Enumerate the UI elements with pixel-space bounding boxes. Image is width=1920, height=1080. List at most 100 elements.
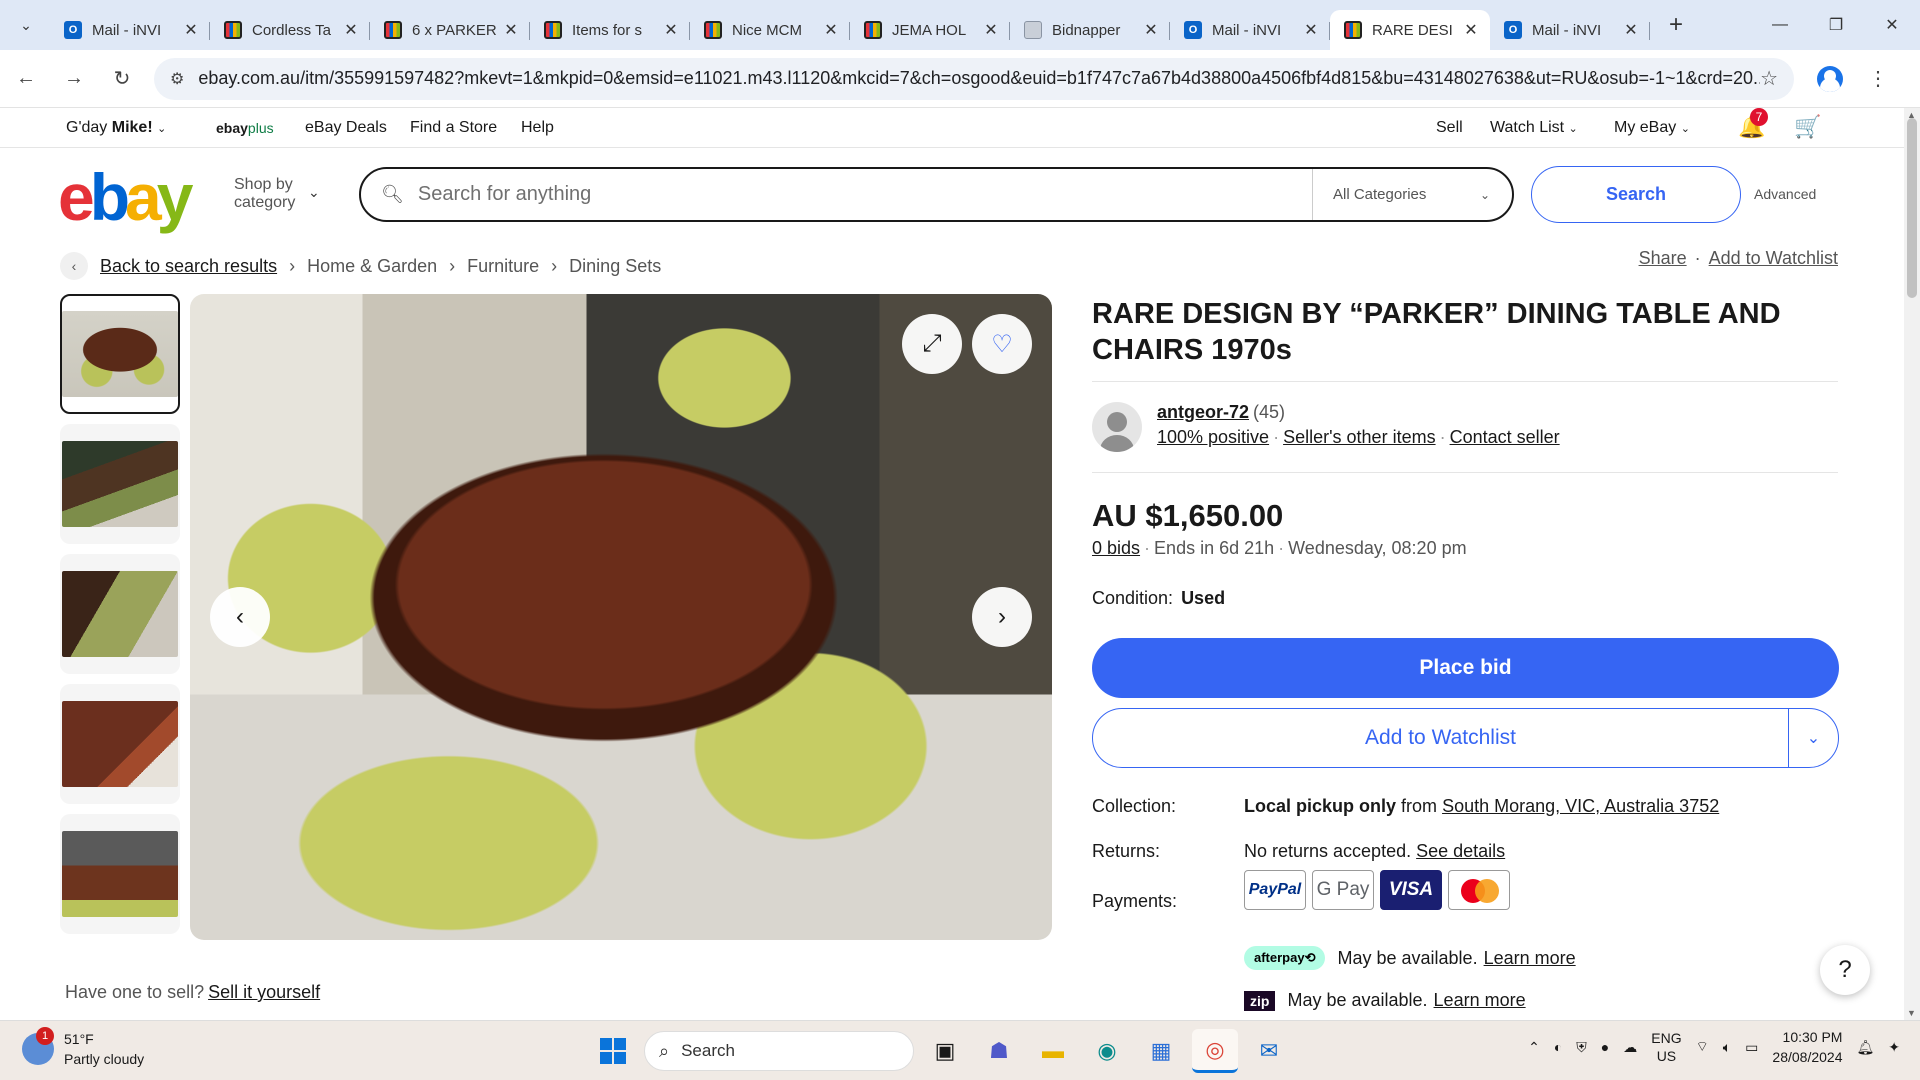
browser-tab[interactable]: O Mail - iNVI ✕ <box>1170 10 1330 50</box>
back-to-results-link[interactable]: Back to search results <box>100 256 277 277</box>
help-question-icon[interactable]: ? <box>1820 945 1870 995</box>
breadcrumb-furniture[interactable]: Furniture <box>467 256 539 277</box>
tab-close-icon[interactable]: ✕ <box>502 20 520 40</box>
browser-tab[interactable]: 6 x PARKER ✕ <box>370 10 530 50</box>
seller-other-items-link[interactable]: Seller's other items <box>1283 427 1436 447</box>
profile-button[interactable] <box>1808 57 1852 101</box>
see-details-link[interactable]: See details <box>1416 841 1505 861</box>
tray-app-icon[interactable]: ● <box>1601 1039 1609 1055</box>
cloud-icon[interactable]: ☁ <box>1623 1039 1637 1056</box>
search-button[interactable]: Search <box>1531 166 1741 223</box>
url-text[interactable]: ebay.com.au/itm/355991597482?mkevt=1&mkp… <box>198 68 1760 89</box>
browser-tab[interactable]: Nice MCM ✕ <box>690 10 850 50</box>
share-link[interactable]: Share <box>1639 248 1687 268</box>
add-to-watchlist-button[interactable]: Add to Watchlist ⌄ <box>1092 708 1839 768</box>
seller-avatar[interactable] <box>1092 402 1142 452</box>
minimize-icon[interactable]: — <box>1752 0 1808 50</box>
tab-close-icon[interactable]: ✕ <box>1622 20 1640 40</box>
bids-link[interactable]: 0 bids <box>1092 538 1140 558</box>
windows-start-icon[interactable] <box>590 1029 636 1073</box>
cart-icon[interactable]: 🛒 <box>1794 114 1821 140</box>
search-input[interactable]: Search for anything <box>418 183 1312 206</box>
positive-feedback-link[interactable]: 100% positive <box>1157 427 1269 447</box>
ebay-deals-link[interactable]: eBay Deals <box>305 119 387 137</box>
tab-close-icon[interactable]: ✕ <box>822 20 840 40</box>
tab-close-icon[interactable]: ✕ <box>182 20 200 40</box>
tab-close-icon[interactable]: ✕ <box>1142 20 1160 40</box>
new-tab-button[interactable]: + <box>1658 7 1694 43</box>
expand-icon[interactable]: ⤢ <box>902 314 962 374</box>
tab-close-icon[interactable]: ✕ <box>982 20 1000 40</box>
back-icon[interactable]: ← <box>4 57 48 101</box>
tab-close-icon[interactable]: ✕ <box>342 20 360 40</box>
store-icon[interactable]: ▦ <box>1138 1029 1184 1073</box>
browser-tab[interactable]: Bidnapper ✕ <box>1010 10 1170 50</box>
afterpay-learn-more-link[interactable]: Learn more <box>1484 948 1576 969</box>
language-indicator[interactable]: ENG US <box>1651 1029 1681 1065</box>
close-icon[interactable]: ✕ <box>1864 0 1920 50</box>
tab-close-icon[interactable]: ✕ <box>1302 20 1320 40</box>
forward-icon[interactable]: → <box>52 57 96 101</box>
chevron-left-icon[interactable]: ‹ <box>210 587 270 647</box>
scrollbar-thumb[interactable] <box>1907 118 1917 298</box>
browser-tab[interactable]: RARE DESI ✕ <box>1330 10 1490 50</box>
breadcrumb-home-garden[interactable]: Home & Garden <box>307 256 437 277</box>
find-store-link[interactable]: Find a Store <box>410 119 497 137</box>
tray-app-icon[interactable]: ◐ <box>1554 1039 1562 1055</box>
volume-icon[interactable]: 🔈︎ <box>1723 1039 1731 1056</box>
scroll-down-icon[interactable]: ▼ <box>1907 1008 1916 1018</box>
my-ebay-menu[interactable]: My eBay ⌄ <box>1614 119 1690 137</box>
ebay-plus-link[interactable]: ebayplus <box>216 120 274 136</box>
chevron-down-icon[interactable]: ⌄ <box>308 184 320 201</box>
menu-icon[interactable]: ⋮ <box>1856 57 1900 101</box>
taskbar-search[interactable]: ⌕ Search <box>644 1031 914 1071</box>
tab-search-button[interactable]: ⌄ <box>8 7 44 43</box>
vertical-scrollbar[interactable]: ▲ ▼ <box>1904 108 1920 1020</box>
ebay-logo[interactable]: ebay <box>58 164 193 230</box>
shield-icon[interactable]: ⛨ <box>1576 1039 1587 1056</box>
chevron-right-icon[interactable]: › <box>972 587 1032 647</box>
collection-location-link[interactable]: South Morang, VIC, Australia 3752 <box>1442 796 1719 816</box>
copilot-icon[interactable]: ✦ <box>1888 1039 1900 1056</box>
edge-icon[interactable]: ◉ <box>1084 1029 1130 1073</box>
browser-tab[interactable]: JEMA HOL ✕ <box>850 10 1010 50</box>
search-box[interactable]: 🔍︎ Search for anything All Categories ⌄ <box>359 167 1514 222</box>
watchlist-menu[interactable]: Watch List ⌄ <box>1490 119 1578 137</box>
add-to-watchlist-label[interactable]: Add to Watchlist <box>1093 709 1788 767</box>
outlook-icon[interactable]: ✉ <box>1246 1029 1292 1073</box>
task-view-icon[interactable]: ▣ <box>922 1029 968 1073</box>
sell-link[interactable]: Sell <box>1436 119 1463 137</box>
battery-icon[interactable]: ▭ <box>1745 1039 1758 1056</box>
site-settings-icon[interactable]: ⚙ <box>170 69 184 89</box>
thumbnail-3[interactable] <box>60 554 180 674</box>
notification-bell-icon[interactable]: 🔔 7 <box>1738 108 1768 140</box>
restore-icon[interactable]: ❐ <box>1808 0 1864 50</box>
thumbnail-2[interactable] <box>60 424 180 544</box>
tab-close-icon[interactable]: ✕ <box>662 20 680 40</box>
breadcrumb-dining-sets[interactable]: Dining Sets <box>569 256 661 277</box>
bookmark-star-icon[interactable]: ☆ <box>1760 66 1778 91</box>
thumbnail-4[interactable] <box>60 684 180 804</box>
sell-it-yourself-link[interactable]: Sell it yourself <box>208 982 320 1002</box>
greeting[interactable]: G'day Mike! ⌄ <box>66 119 166 137</box>
contact-seller-link[interactable]: Contact seller <box>1450 427 1560 447</box>
address-bar[interactable]: ⚙ ebay.com.au/itm/355991597482?mkevt=1&m… <box>154 57 1794 100</box>
weather-widget[interactable]: 1 51°F Partly cloudy <box>22 1027 144 1069</box>
chevron-up-icon[interactable]: ⌃ <box>1528 1039 1540 1056</box>
notification-icon[interactable]: 🔔︎ <box>1856 1039 1874 1056</box>
chevron-left-icon[interactable]: ‹ <box>60 252 88 280</box>
reload-icon[interactable]: ↻ <box>100 57 144 101</box>
file-explorer-icon[interactable]: ▬ <box>1030 1029 1076 1073</box>
seller-name-link[interactable]: antgeor-72 <box>1157 402 1249 422</box>
advanced-search-link[interactable]: Advanced <box>1754 186 1816 202</box>
browser-tab[interactable]: O Mail - iNVI ✕ <box>1490 10 1650 50</box>
chrome-icon[interactable]: ◎ <box>1192 1029 1238 1073</box>
main-product-image[interactable]: ⤢ ♡ ‹ › <box>190 294 1052 940</box>
clock[interactable]: 10:30 PM 28/08/2024 <box>1772 1027 1842 1067</box>
help-link[interactable]: Help <box>521 119 554 137</box>
chevron-down-icon[interactable]: ⌄ <box>1788 709 1838 767</box>
browser-tab[interactable]: O Mail - iNVI ✕ <box>50 10 210 50</box>
wifi-icon[interactable]: ⌔ <box>1696 1038 1709 1056</box>
heart-icon[interactable]: ♡ <box>972 314 1032 374</box>
tab-close-icon[interactable]: ✕ <box>1462 20 1480 40</box>
